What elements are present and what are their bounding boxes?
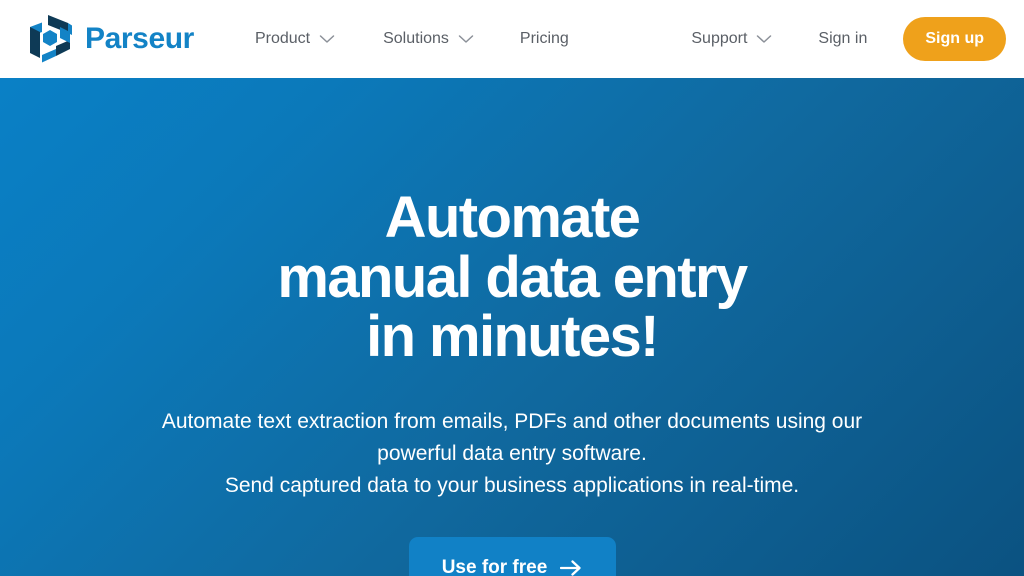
parseur-cube-logo-icon [30,15,72,63]
sign-up-button[interactable]: Sign up [903,17,1006,61]
subtitle-line-2: powerful data entry software. [377,442,647,466]
subtitle-line-1: Automate text extraction from emails, PD… [161,410,863,434]
hero-subtitle: Automate text extraction from emails, PD… [162,406,862,502]
cta-label: Use for free [441,556,548,576]
nav-item-solutions-label: Solutions [383,30,449,47]
nav-item-support[interactable]: Support [691,24,772,54]
nav-item-product-label: Product [254,30,311,47]
nav-item-product[interactable]: Product [255,24,335,54]
brand-logo-link[interactable]: Parseur [26,13,194,65]
secondary-nav: Support Sign in Sign up [667,17,1006,61]
chevron-down-icon [319,35,335,43]
main-navbar: Parseur Product Solutions Pricing Suppor… [0,0,1024,78]
headline-line-1: Automate [384,185,641,250]
nav-item-pricing-label: Pricing [519,30,569,47]
hero-section: Automate manual data entry in minutes! A… [0,78,1024,576]
cta-container: Use for free [408,536,616,576]
nav-item-sign-in-label: Sign in [818,30,868,47]
brand-name: Parseur [85,22,194,55]
nav-item-support-label: Support [691,30,748,47]
arrow-right-icon [560,560,581,576]
use-for-free-button[interactable]: Use for free [408,536,616,576]
hero-headline: Automate manual data entry in minutes! [277,185,748,370]
nav-item-solutions[interactable]: Solutions [383,24,474,54]
chevron-down-icon [458,35,474,43]
headline-line-2: manual data entry [277,244,748,310]
subtitle-line-3: Send captured data to your business appl… [224,474,800,498]
landing-page: Automate manual data entry in minutes! A… [0,0,1024,576]
primary-nav: Product Solutions Pricing [231,24,591,54]
nav-item-pricing[interactable]: Pricing [520,24,569,54]
chevron-down-icon [757,35,772,43]
nav-item-sign-in[interactable]: Sign in [818,24,867,54]
headline-line-3: in minutes! [366,304,659,370]
